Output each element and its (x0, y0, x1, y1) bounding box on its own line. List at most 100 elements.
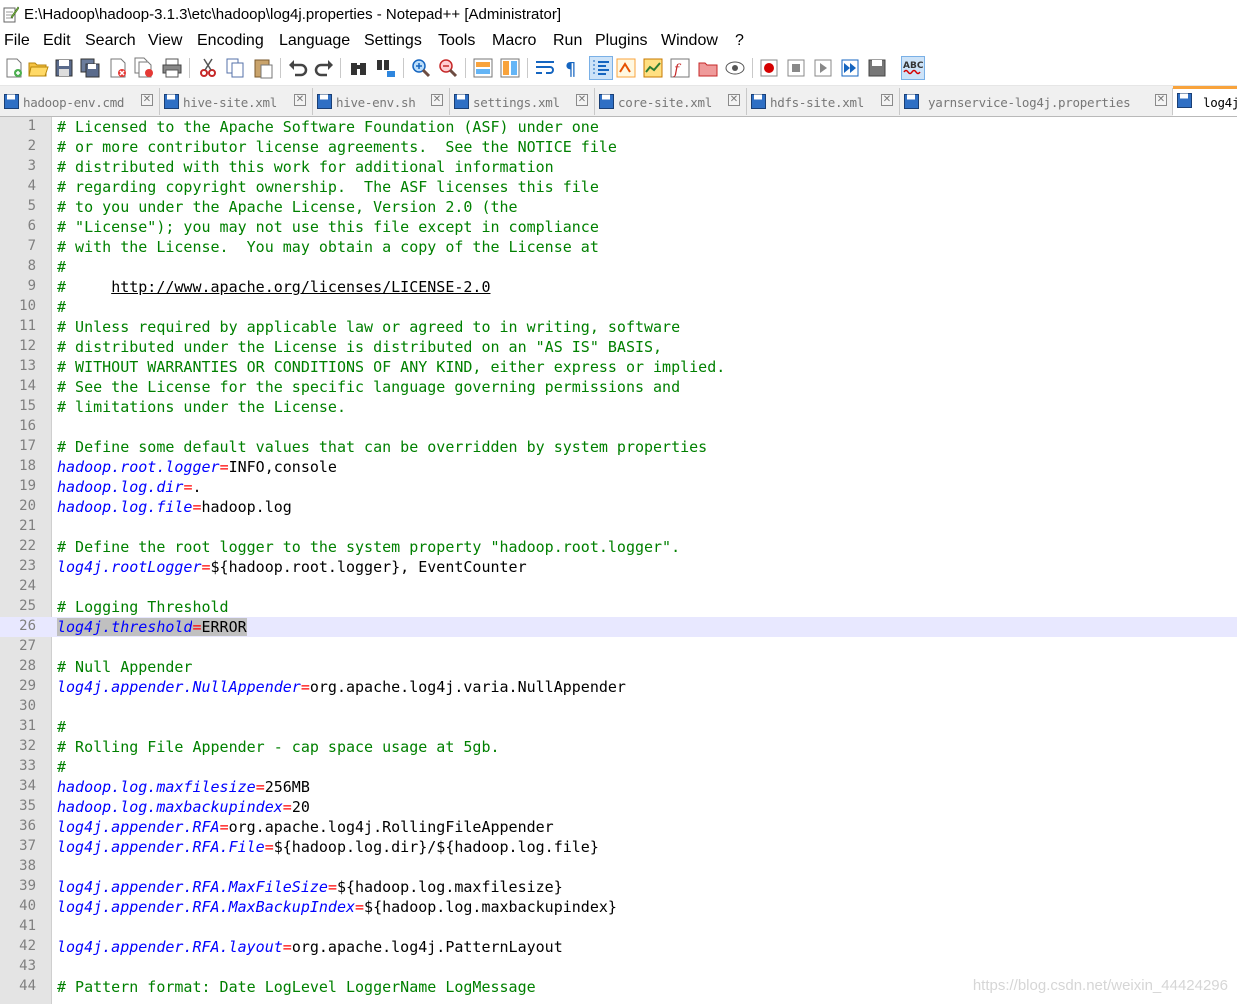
tab-core-site-xml[interactable]: core-site.xml ✕ (595, 88, 747, 115)
code-line[interactable]: 12 # distributed under the License is dis… (0, 337, 1237, 357)
code-line[interactable]: 10 # (0, 297, 1237, 317)
code-line[interactable]: 18 hadoop.root.logger=INFO,console (0, 457, 1237, 477)
code-line[interactable]: 40 log4j.appender.RFA.MaxBackupIndex=${ha… (0, 897, 1237, 917)
tab-yarnservice-log4j-properties[interactable]: yarnservice-log4j.properties ✕ (900, 88, 1173, 115)
new-file-icon[interactable] (3, 57, 25, 79)
menu-encoding[interactable]: Encoding (197, 32, 264, 50)
code-line[interactable]: 32 # Rolling File Appender - cap space us… (0, 737, 1237, 757)
code-line[interactable]: 34 hadoop.log.maxfilesize=256MB (0, 777, 1237, 797)
close-all-icon[interactable] (133, 57, 155, 79)
code-line[interactable]: 9 # http://www.apache.org/licenses/LICENS… (0, 277, 1237, 297)
redo-icon[interactable] (313, 57, 335, 79)
paste-icon[interactable] (252, 57, 274, 79)
folder-workspace-icon[interactable] (697, 57, 719, 79)
code-line[interactable]: 22 # Define the root logger to the system… (0, 537, 1237, 557)
tab-close-icon[interactable]: ✕ (576, 94, 588, 106)
code-line[interactable]: 43 (0, 957, 1237, 977)
code-line[interactable]: 42 log4j.appender.RFA.layout=org.apache.l… (0, 937, 1237, 957)
tab-settings-xml[interactable]: settings.xml ✕ (450, 88, 595, 115)
code-editor[interactable]: 1 # Licensed to the Apache Software Found… (0, 117, 1237, 1004)
license-url-link[interactable]: http://www.apache.org/licenses/LICENSE-2… (111, 278, 490, 296)
indent-guide-icon[interactable] (589, 56, 613, 80)
code-line[interactable]: 3 # distributed with this work for additi… (0, 157, 1237, 177)
spell-check-icon[interactable]: ABC (901, 56, 925, 80)
code-line[interactable]: 36 log4j.appender.RFA=org.apache.log4j.Ro… (0, 817, 1237, 837)
code-line[interactable]: 20 hadoop.log.file=hadoop.log (0, 497, 1237, 517)
monitoring-icon[interactable] (724, 57, 746, 79)
menu-plugins[interactable]: Plugins (595, 32, 647, 50)
tab-hive-env-sh[interactable]: hive-env.sh ✕ (313, 88, 450, 115)
zoom-out-icon[interactable] (437, 57, 459, 79)
stop-recording-icon[interactable] (785, 57, 807, 79)
code-line[interactable]: 4 # regarding copyright ownership. The AS… (0, 177, 1237, 197)
code-line[interactable]: 7 # with the License. You may obtain a co… (0, 237, 1237, 257)
code-line[interactable]: 16 (0, 417, 1237, 437)
menu-run[interactable]: Run (553, 32, 582, 50)
save-macro-icon[interactable] (866, 57, 888, 79)
record-macro-icon[interactable] (758, 57, 780, 79)
copy-icon[interactable] (224, 57, 246, 79)
code-line[interactable]: 11 # Unless required by applicable law or… (0, 317, 1237, 337)
code-line[interactable]: 23 log4j.rootLogger=${hadoop.root.logger}… (0, 557, 1237, 577)
tab-close-icon[interactable]: ✕ (881, 94, 893, 106)
code-line[interactable]: 17 # Define some default values that can … (0, 437, 1237, 457)
code-line[interactable]: 25 # Logging Threshold (0, 597, 1237, 617)
run-macro-multiple-icon[interactable] (839, 57, 861, 79)
menu-view[interactable]: View (148, 32, 182, 50)
code-line[interactable]: 39 log4j.appender.RFA.MaxFileSize=${hadoo… (0, 877, 1237, 897)
code-line[interactable]: 8 # (0, 257, 1237, 277)
close-icon[interactable] (107, 57, 129, 79)
code-line[interactable]: 14 # See the License for the specific lan… (0, 377, 1237, 397)
menu-tools[interactable]: Tools (438, 32, 475, 50)
menu-settings[interactable]: Settings (364, 32, 422, 50)
menu-help[interactable]: ? (735, 32, 744, 50)
tab-close-icon[interactable]: ✕ (141, 94, 153, 106)
code-line[interactable]: 13 # WITHOUT WARRANTIES OR CONDITIONS OF … (0, 357, 1237, 377)
code-line[interactable]: 21 (0, 517, 1237, 537)
doc-map-icon[interactable] (642, 57, 664, 79)
menu-search[interactable]: Search (85, 32, 136, 50)
menu-file[interactable]: File (4, 32, 30, 50)
code-line[interactable]: 1 # Licensed to the Apache Software Found… (0, 117, 1237, 137)
find-icon[interactable] (348, 57, 370, 79)
code-line[interactable]: 15 # limitations under the License. (0, 397, 1237, 417)
tab-log4j-properties[interactable]: log4j (1173, 86, 1237, 116)
function-list-icon[interactable]: f (669, 57, 691, 79)
tab-close-icon[interactable]: ✕ (728, 94, 740, 106)
code-line[interactable]: 30 (0, 697, 1237, 717)
code-line[interactable]: 31 # (0, 717, 1237, 737)
code-line[interactable]: 6 # "License"); you may not use this file… (0, 217, 1237, 237)
menu-edit[interactable]: Edit (43, 32, 71, 50)
code-line[interactable]: 5 # to you under the Apache License, Vers… (0, 197, 1237, 217)
tab-hive-site-xml[interactable]: hive-site.xml ✕ (160, 88, 313, 115)
replace-icon[interactable] (375, 57, 397, 79)
open-file-icon[interactable] (27, 57, 49, 79)
code-line[interactable]: 24 (0, 577, 1237, 597)
save-icon[interactable] (53, 57, 75, 79)
code-line[interactable]: 2 # or more contributor license agreement… (0, 137, 1237, 157)
code-line[interactable]: 26 log4j.threshold=ERROR (0, 617, 1237, 637)
word-wrap-icon[interactable] (534, 57, 556, 79)
code-line[interactable]: 19 hadoop.log.dir=. (0, 477, 1237, 497)
code-line[interactable]: 35 hadoop.log.maxbackupindex=20 (0, 797, 1237, 817)
menu-window[interactable]: Window (661, 32, 718, 50)
playback-macro-icon[interactable] (812, 57, 834, 79)
print-icon[interactable] (161, 57, 183, 79)
show-all-characters-icon[interactable]: ¶ (560, 57, 582, 79)
sync-vertical-icon[interactable] (472, 57, 494, 79)
zoom-in-icon[interactable] (410, 57, 432, 79)
code-line[interactable]: 29 log4j.appender.NullAppender=org.apache… (0, 677, 1237, 697)
save-all-icon[interactable] (79, 57, 101, 79)
menu-macro[interactable]: Macro (492, 32, 536, 50)
code-line[interactable]: 28 # Null Appender (0, 657, 1237, 677)
sync-horizontal-icon[interactable] (499, 57, 521, 79)
undo-icon[interactable] (287, 57, 309, 79)
tab-hdfs-site-xml[interactable]: hdfs-site.xml ✕ (747, 88, 900, 115)
tab-close-icon[interactable]: ✕ (294, 94, 306, 106)
menu-language[interactable]: Language (279, 32, 350, 50)
code-line[interactable]: 27 (0, 637, 1237, 657)
tab-close-icon[interactable]: ✕ (431, 94, 443, 106)
code-line[interactable]: 41 (0, 917, 1237, 937)
code-line[interactable]: 38 (0, 857, 1237, 877)
tab-hadoop-env-cmd[interactable]: hadoop-env.cmd ✕ (0, 88, 160, 115)
